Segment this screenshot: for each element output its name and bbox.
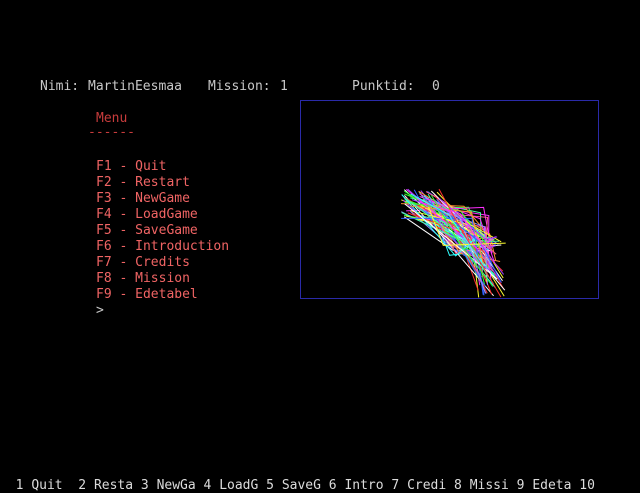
fkey-number: 5 — [266, 478, 274, 493]
fkey-number: 7 — [391, 478, 400, 493]
status-line: Nimi: MartinEesmaa Mission: 1 Punktid: 0 — [0, 79, 640, 97]
fkey-label: NewGa — [156, 478, 196, 493]
points-value: 0 — [432, 79, 440, 94]
fkey-8-mission[interactable]: 8 Missi — [454, 478, 509, 493]
fkey-10[interactable]: 10 — [579, 478, 595, 493]
fkey-2-restart[interactable]: 2 Resta — [78, 478, 133, 493]
fkey-4-loadgame[interactable]: 4 LoadG — [204, 478, 259, 493]
fkey-number: 2 — [78, 478, 87, 493]
fkey-3-newgame[interactable]: 3 NewGa — [141, 478, 196, 493]
fkey-number: 6 — [328, 478, 337, 493]
menu-item-restart[interactable]: F2 - Restart — [96, 175, 229, 191]
points-label: Punktid: — [352, 79, 415, 94]
menu-underline: ------ — [88, 125, 135, 140]
mission-number: 1 — [280, 79, 288, 94]
menu-item-mission[interactable]: F8 - Mission — [96, 271, 229, 287]
fkey-label: SaveG — [281, 478, 321, 493]
fkey-5-savegame[interactable]: 5 SaveG — [266, 478, 321, 493]
fkey-7-credits[interactable]: 7 Credi — [391, 478, 446, 493]
mission-label: Mission: — [208, 79, 271, 94]
fkey-number: 9 — [516, 478, 525, 493]
fkey-label: Intro — [344, 478, 384, 493]
function-key-bar: 1 Quit 2 Resta 3 NewGa 4 LoadG 5 SaveG 6… — [0, 463, 640, 493]
menu-item-credits[interactable]: F7 - Credits — [96, 255, 229, 271]
game-viewport[interactable] — [300, 100, 599, 299]
fkey-9-edetabel[interactable]: 9 Edeta — [517, 478, 572, 493]
fkey-number: 10 — [579, 478, 595, 493]
name-label: Nimi: — [40, 79, 80, 94]
menu-item-quit[interactable]: F1 - Quit — [96, 159, 229, 175]
command-prompt[interactable]: > — [96, 303, 104, 318]
menu-title: Menu — [96, 111, 128, 126]
fkey-label: Resta — [93, 478, 134, 493]
menu-item-edetabel[interactable]: F9 - Edetabel — [96, 287, 229, 303]
fkey-label: Edeta — [532, 478, 572, 493]
fkey-number: 3 — [140, 478, 149, 493]
menu-list: F1 - Quit F2 - Restart F3 - NewGame F4 -… — [96, 159, 229, 303]
fkey-number: 4 — [203, 478, 212, 493]
fkey-6-intro[interactable]: 6 Intro — [329, 478, 384, 493]
fkey-1-quit[interactable]: 1 Quit — [16, 478, 63, 493]
menu-item-introduction[interactable]: F6 - Introduction — [96, 239, 229, 255]
menu-item-savegame[interactable]: F5 - SaveGame — [96, 223, 229, 239]
fkey-number: 1 — [15, 478, 24, 493]
line-animation — [400, 188, 506, 298]
fkey-label: Missi — [469, 478, 509, 493]
menu-item-newgame[interactable]: F3 - NewGame — [96, 191, 229, 207]
fkey-number: 8 — [454, 478, 462, 493]
player-name: MartinEesmaa — [88, 79, 182, 94]
fkey-label: Quit — [31, 478, 63, 493]
fkey-label: LoadG — [219, 478, 259, 493]
fkey-label: Credi — [407, 478, 447, 493]
menu-item-loadgame[interactable]: F4 - LoadGame — [96, 207, 229, 223]
